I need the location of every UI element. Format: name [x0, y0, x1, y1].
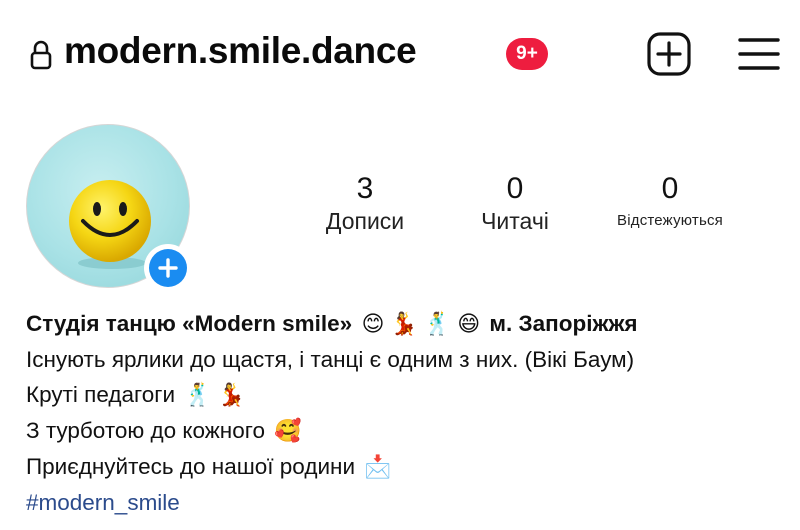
profile-bio: Студія танцю «Modern smile» 😊 💃 🕺 😄 м. Запо… [26, 306, 796, 520]
bio-teachers-line: Круті педагоги 🕺 💃 [26, 377, 796, 413]
stat-followers[interactable]: 0 Читачі [455, 172, 575, 236]
dancer-man-emoji-icon: 🕺 [423, 312, 452, 337]
bio-teachers-text: Круті педагоги [26, 382, 176, 407]
stat-posts-label: Дописи [325, 208, 405, 234]
add-story-button[interactable] [144, 244, 192, 292]
bio-name: Студія танцю «Modern smile» [26, 311, 353, 336]
dancer-woman-emoji-icon: 💃 [217, 383, 246, 408]
stat-posts[interactable]: 3 Дописи [300, 172, 430, 236]
stat-followers-count: 0 [506, 172, 524, 205]
grin-emoji-icon: 😄 [457, 312, 481, 337]
profile-header: modern.smile.dance 9+ [0, 0, 800, 110]
dancer-woman-emoji-icon: 💃 [390, 312, 418, 337]
hamburger-menu-icon[interactable] [736, 36, 782, 72]
bio-care-line: З турботою до кожного 🥰 [26, 413, 796, 449]
create-post-button[interactable] [646, 31, 692, 77]
stat-followers-label: Читачі [481, 208, 549, 234]
stat-following[interactable]: 0 Відстежуються [595, 172, 745, 236]
bio-quote-line: Існують ярлики до щастя, і танці є одним… [26, 347, 635, 372]
bio-join-line: Приєднуйтесь до нашої родини 📩 [26, 449, 796, 485]
plus-icon [149, 249, 187, 287]
bio-hashtag-link[interactable]: #modern_smile [26, 485, 796, 520]
bio-name-line: Студія танцю «Modern smile» 😊 💃 🕺 😄 м. Запо… [26, 306, 796, 342]
bio-care-text: З турботою до кожного [26, 418, 265, 443]
stat-following-count: 0 [661, 172, 679, 205]
bio-city: м. Запоріжжя [489, 311, 638, 336]
stat-posts-count: 3 [356, 172, 374, 205]
bio-join-text: Приєднуйтесь до нашої родини [26, 454, 356, 479]
profile-username[interactable]: modern.smile.dance [64, 30, 417, 72]
smile-emoji-icon: 😊 [361, 312, 385, 337]
lock-icon [30, 40, 52, 70]
stat-following-label: Відстежуються [617, 212, 723, 229]
dancer-man-emoji-icon: 🕺 [184, 383, 212, 408]
love-face-emoji-icon: 🥰 [274, 419, 302, 444]
envelope-emoji-icon: 📩 [364, 455, 392, 480]
notification-badge[interactable]: 9+ [506, 38, 548, 70]
